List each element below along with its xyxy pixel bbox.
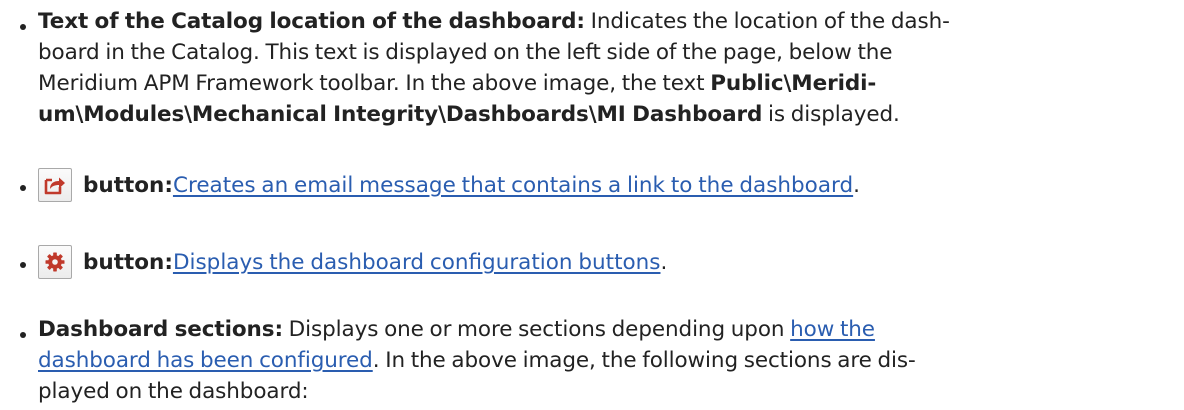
catalog-path-continued: um\Modules\Mechanical Integrity\Dashboar… (38, 102, 763, 127)
configuration-buttons-help-link[interactable]: Displays the dashboard configuration but… (173, 250, 661, 275)
dashboard-configuration-link[interactable]: how the (790, 317, 875, 342)
help-document: Text of the Catalog location of the dash… (0, 0, 1184, 410)
catalog-location-description: Text of the Catalog location of the dash… (38, 9, 950, 127)
catalog-path: Public\Meridi- (710, 71, 877, 96)
send-link-icon (38, 168, 72, 202)
bullet-dot (20, 332, 26, 338)
bullet-dot (20, 185, 26, 191)
item-term: button: (83, 250, 173, 275)
dashboard-configuration-link-continued[interactable]: dashboard has been configured (38, 348, 373, 373)
item-term: Text of the Catalog location of the dash… (38, 9, 585, 34)
item-term: Dashboard sections: (38, 317, 283, 342)
bullet-dot (20, 262, 26, 268)
send-link-help-link[interactable]: Creates an email message that contains a… (173, 173, 853, 198)
bullet-dot (20, 24, 26, 30)
dashboard-sections-description: Dashboard sections: Displays one or more… (38, 317, 916, 404)
item-term: button: (83, 173, 173, 198)
gear-icon (38, 245, 72, 279)
